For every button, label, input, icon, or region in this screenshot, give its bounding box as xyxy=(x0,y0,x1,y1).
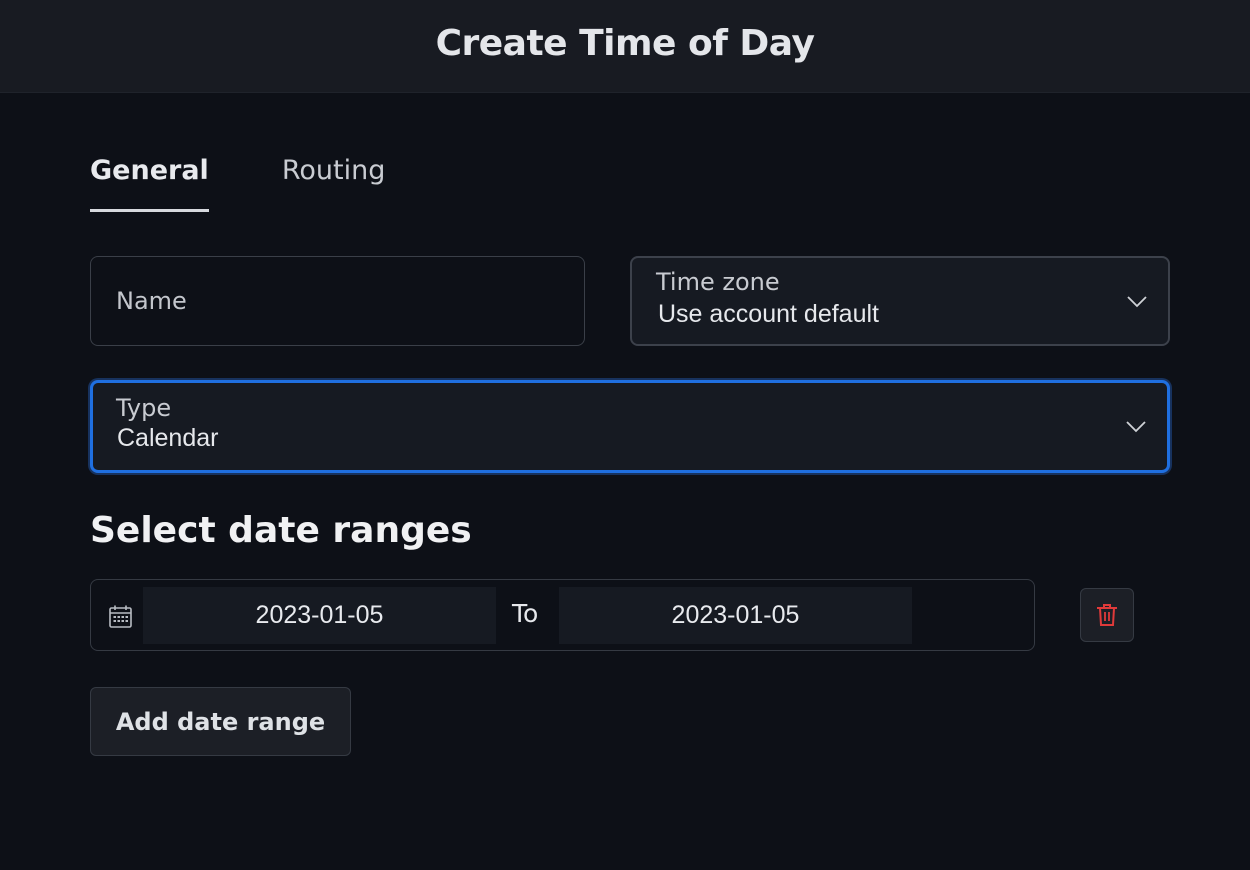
chevron-down-icon xyxy=(1126,421,1146,433)
tab-general[interactable]: General xyxy=(90,155,209,212)
type-label: Type xyxy=(116,394,172,422)
name-field-placeholder: Name xyxy=(116,287,187,315)
date-to-input[interactable]: 2023-01-05 xyxy=(559,587,912,644)
time-zone-label: Time zone xyxy=(656,268,780,296)
date-range-separator: To xyxy=(512,599,539,628)
page-title: Create Time of Day xyxy=(435,22,815,64)
time-zone-select[interactable]: Time zone Use account default xyxy=(630,256,1170,346)
date-from-input[interactable]: 2023-01-05 xyxy=(143,587,496,644)
date-range-row: 2023-01-05 To 2023-01-05 xyxy=(90,579,1035,651)
tab-routing[interactable]: Routing xyxy=(282,155,386,212)
name-field[interactable]: Name xyxy=(90,256,585,346)
add-date-range-button[interactable]: Add date range xyxy=(90,687,351,756)
calendar-icon[interactable] xyxy=(108,604,133,629)
type-select[interactable]: Type Calendar xyxy=(90,380,1170,473)
type-value: Calendar xyxy=(117,424,219,452)
page-header: Create Time of Day xyxy=(0,0,1250,93)
time-zone-value: Use account default xyxy=(658,300,879,328)
date-ranges-heading: Select date ranges xyxy=(90,510,472,551)
trash-icon xyxy=(1097,604,1117,626)
chevron-down-icon xyxy=(1127,296,1147,308)
delete-date-range-button[interactable] xyxy=(1080,588,1134,642)
tab-bar: General Routing xyxy=(90,155,385,212)
